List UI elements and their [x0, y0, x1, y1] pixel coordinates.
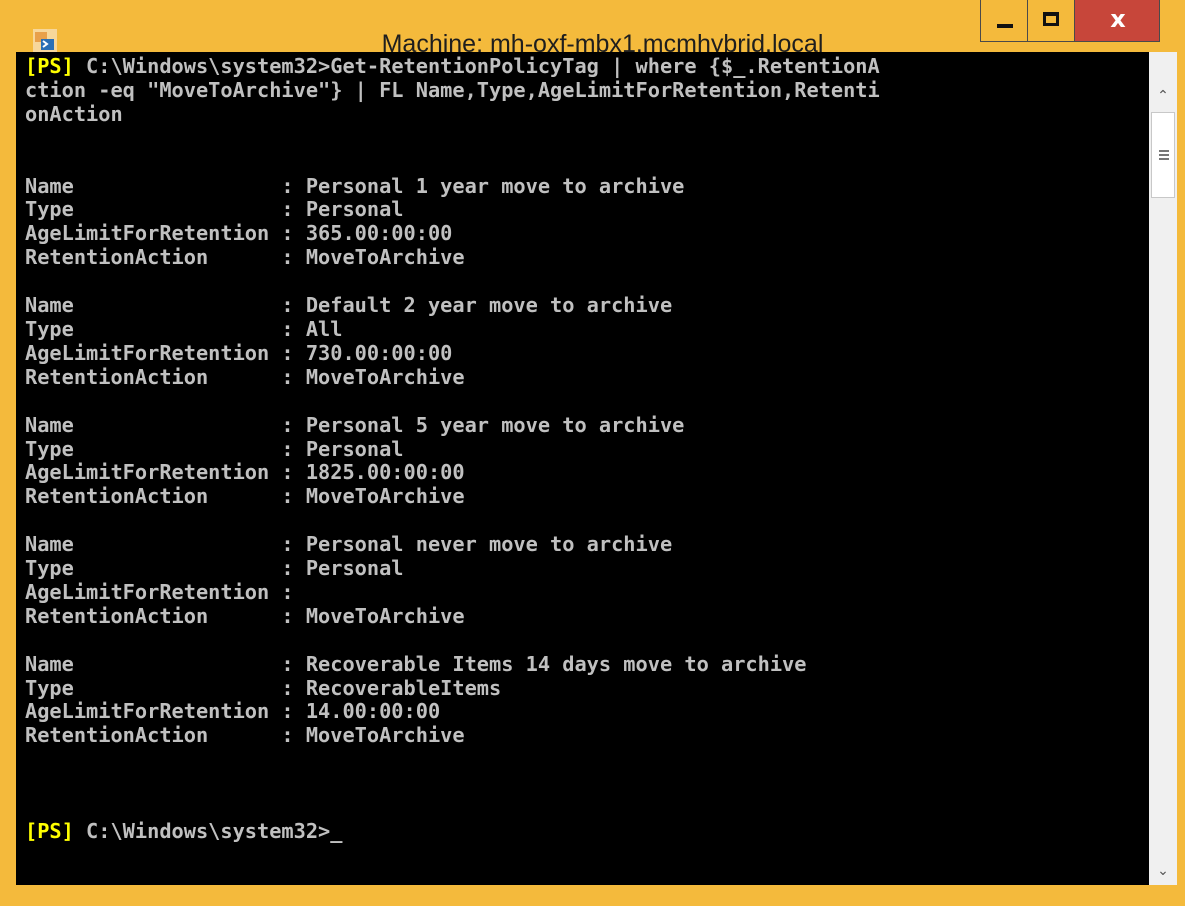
vertical-scrollbar[interactable]: ⌃ ⌄	[1149, 52, 1177, 885]
grip-icon	[1159, 150, 1169, 160]
close-icon: x	[1110, 5, 1126, 33]
maximize-button[interactable]	[1027, 0, 1075, 42]
command-output: Name : Personal 1 year move to archive T…	[25, 173, 807, 748]
console-text: [PS] C:\Windows\system32>Get-RetentionPo…	[25, 54, 880, 844]
prompt-tag: [PS]	[25, 54, 74, 78]
maximize-icon	[1043, 12, 1059, 26]
scroll-thumb[interactable]	[1151, 112, 1175, 198]
minimize-icon	[997, 24, 1013, 28]
final-prompt-path: C:\Windows\system32>	[73, 819, 331, 843]
chevron-down-icon[interactable]: ⌄	[1149, 857, 1177, 885]
title-bar[interactable]: Machine: mh-oxf-mbx1.mcmhybrid.local x	[0, 0, 1185, 58]
text-cursor: _	[330, 819, 343, 843]
console-window: Machine: mh-oxf-mbx1.mcmhybrid.local x […	[0, 0, 1185, 906]
close-button[interactable]: x	[1074, 0, 1160, 42]
scroll-track[interactable]	[1149, 198, 1177, 857]
command-line: C:\Windows\system32>Get-RetentionPolicyT…	[25, 54, 880, 126]
window-bottom-border	[0, 885, 1185, 906]
minimize-button[interactable]	[980, 0, 1028, 42]
chevron-up-icon[interactable]: ⌃	[1149, 82, 1177, 110]
console-output-area[interactable]: [PS] C:\Windows\system32>Get-RetentionPo…	[16, 52, 1149, 885]
final-prompt-tag: [PS]	[25, 819, 74, 843]
